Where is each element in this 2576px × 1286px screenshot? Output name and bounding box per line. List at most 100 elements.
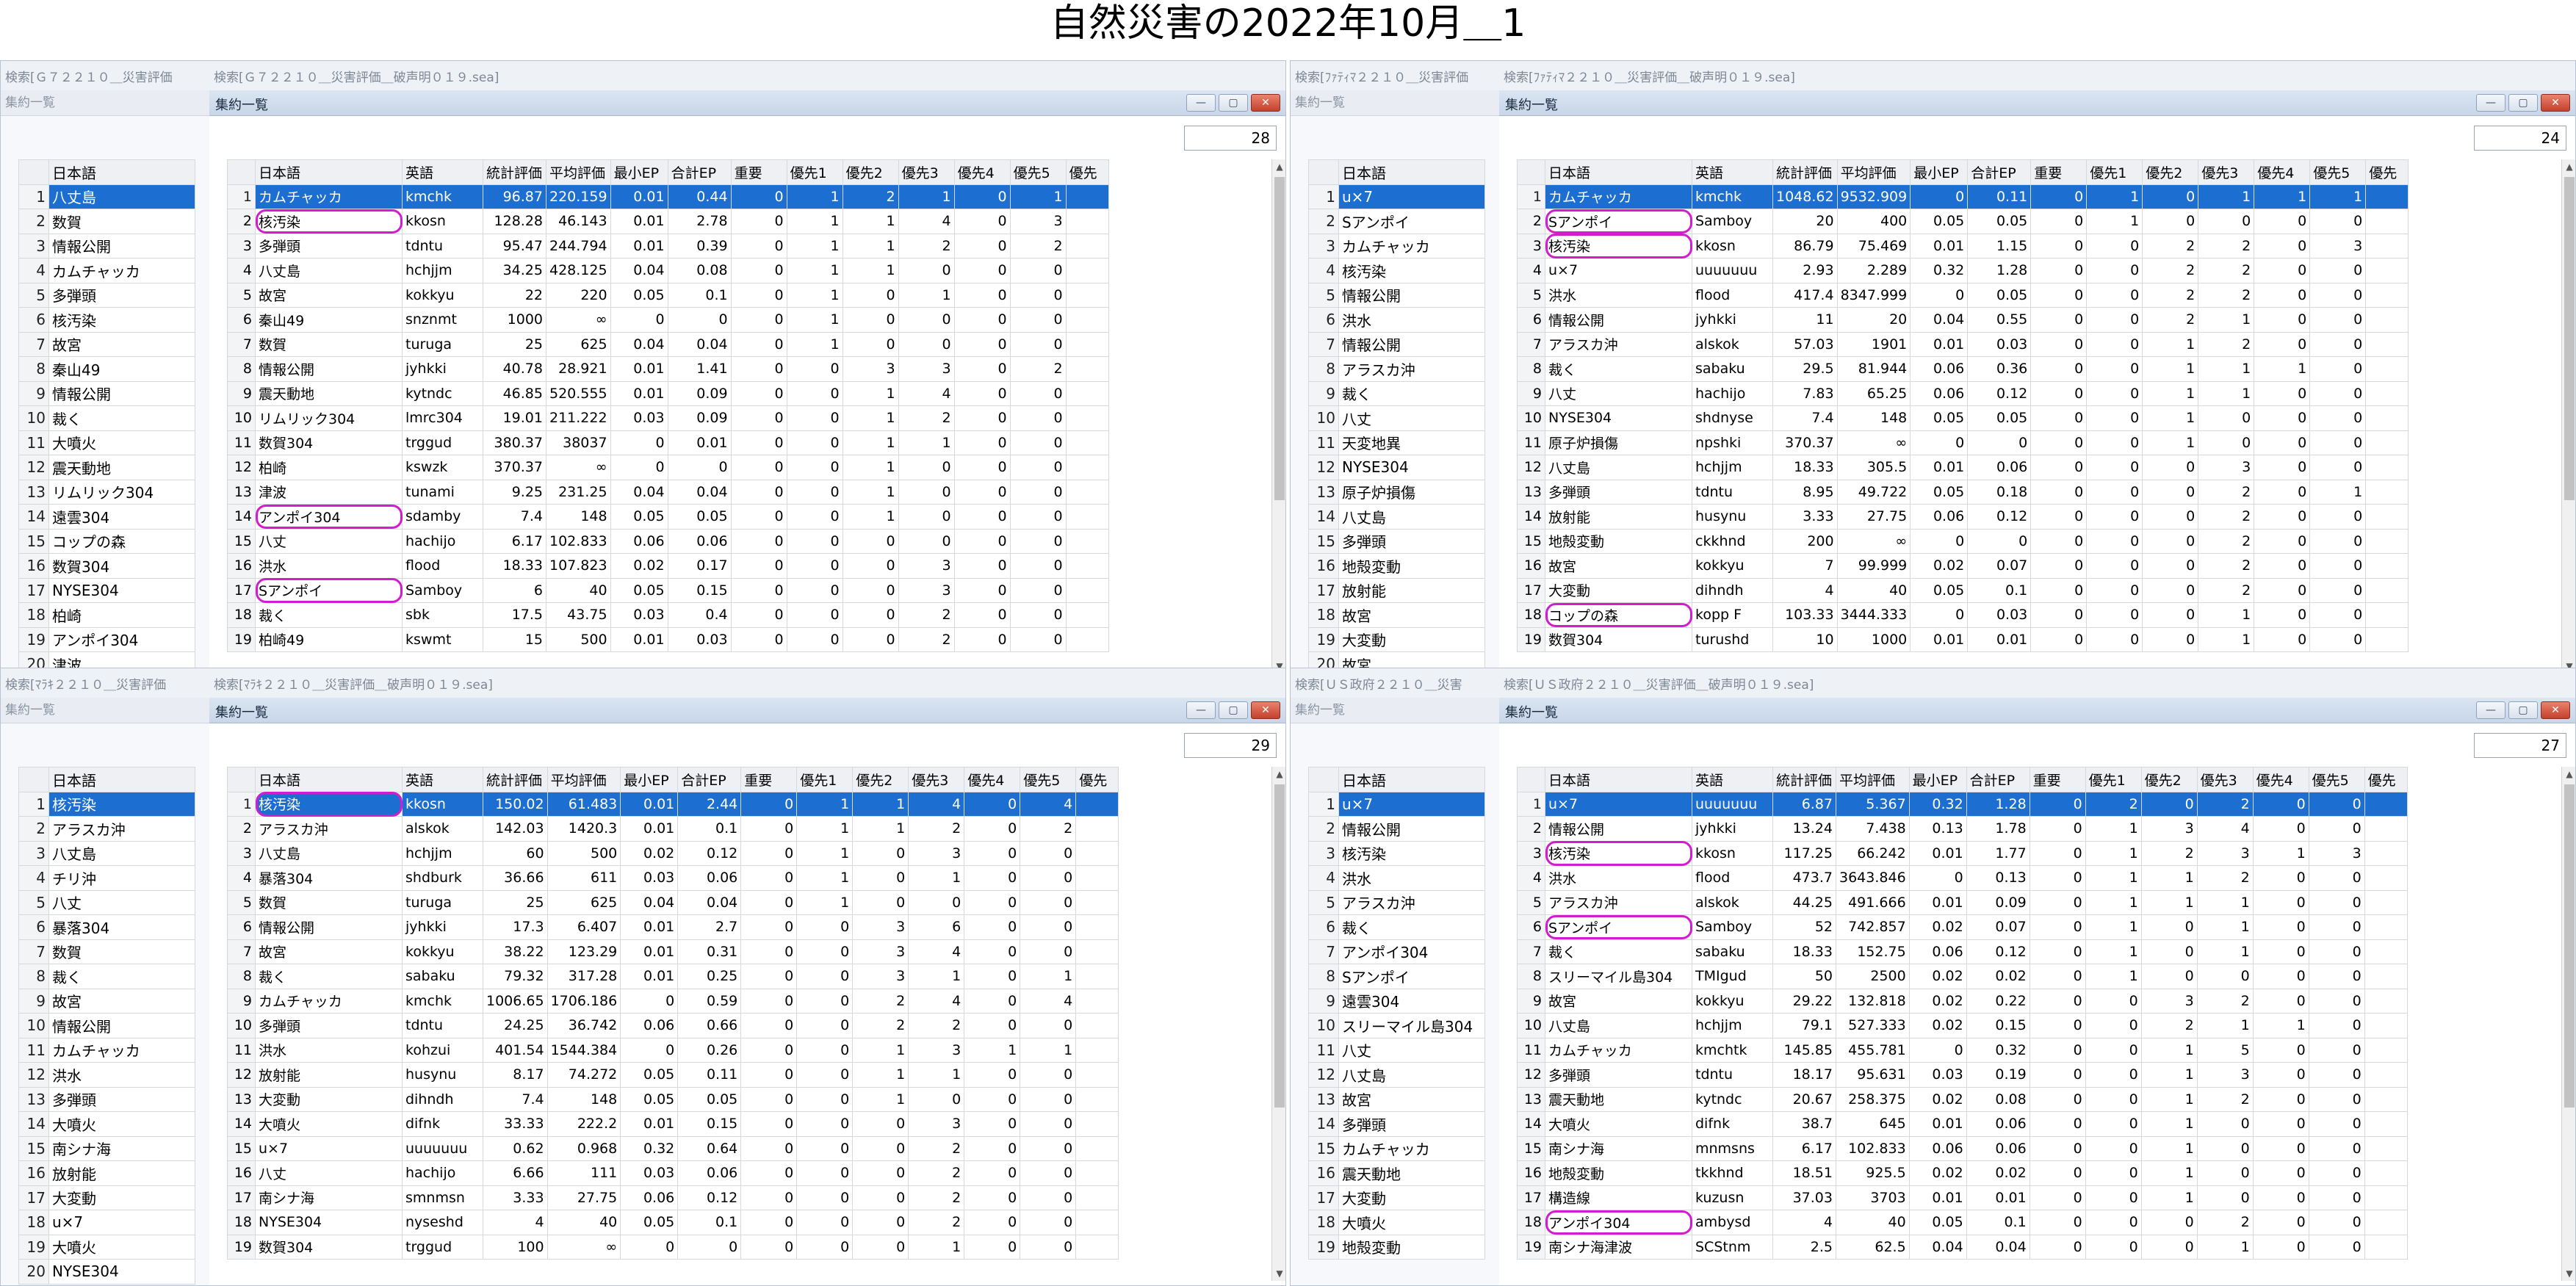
table-row[interactable]: 13 震天動地 kytndc 20.67 258.375 0.02 0.08 0 0 1 2 0 0 xyxy=(1517,1086,2408,1112)
scroll-up-icon[interactable]: ▲ xyxy=(2562,767,2575,781)
table-row[interactable]: 15 南シナ海 mnmsns 6.17 102.833 0.06 0.06 0 0 1 0 0 0 xyxy=(1517,1135,2408,1161)
list-item[interactable]: 8 アラスカ沖 xyxy=(1308,356,1485,382)
column-header[interactable]: 優先1 xyxy=(796,767,854,792)
table-row[interactable]: 8 裁く sabaku 29.5 81.944 0.06 0.36 0 0 1 1 1 0 xyxy=(1517,356,2409,382)
list-item[interactable]: 19 地殻変動 xyxy=(1308,1234,1485,1260)
table-row[interactable]: 16 洪水 flood 18.33 107.823 0.02 0.17 0 0 0 3 0 0 xyxy=(227,553,1109,579)
list-item[interactable]: 10 情報公開 xyxy=(18,1013,195,1038)
column-header[interactable]: 重要 xyxy=(740,767,798,792)
table-row[interactable]: 8 裁く sabaku 79.32 317.28 0.01 0.25 0 0 3 1 0 1 xyxy=(227,964,1119,989)
column-header[interactable]: 合計EP xyxy=(1967,159,2032,185)
list-item[interactable]: 17 大変動 xyxy=(18,1185,195,1210)
table-row[interactable]: 16 八丈 hachijo 6.66 111 0.03 0.06 0 0 0 2 0 0 xyxy=(227,1160,1119,1186)
list-item[interactable]: 18 u×7 xyxy=(18,1210,195,1235)
list-item[interactable]: 5 情報公開 xyxy=(1308,282,1485,308)
table-row[interactable]: 8 情報公開 jyhkki 40.78 28.921 0.01 1.41 0 0 3 3 0 2 xyxy=(227,356,1109,382)
scroll-thumb[interactable] xyxy=(2564,784,2575,1108)
list-item[interactable]: 7 故宮 xyxy=(18,331,195,357)
close-button[interactable]: ✕ xyxy=(2541,94,2570,112)
scroll-thumb[interactable] xyxy=(1274,177,1285,500)
column-header[interactable]: 英語 xyxy=(1692,159,1773,185)
list-item[interactable]: 8 裁く xyxy=(18,964,195,989)
table-row[interactable]: 14 放射能 husynu 3.33 27.75 0.06 0.12 0 0 0 2 0 0 xyxy=(1517,504,2409,530)
table-row[interactable]: 17 構造線 kuzusn 37.03 3703 0.01 0.01 0 0 1 0 0 0 xyxy=(1517,1185,2408,1210)
table-row[interactable]: 13 大変動 dihndh 7.4 148 0.05 0.05 0 0 1 0 0 0 xyxy=(227,1086,1119,1112)
vertical-scrollbar[interactable]: ▲ ▼ xyxy=(2561,159,2575,673)
table-row[interactable]: 12 多弾頭 tdntu 18.17 95.631 0.03 0.19 0 0 1 3 0 0 xyxy=(1517,1062,2408,1088)
table-row[interactable]: 5 故宮 kokkyu 22 220 0.05 0.1 0 1 0 1 0 0 xyxy=(227,282,1109,308)
minimize-button[interactable]: — xyxy=(2476,94,2505,112)
list-item[interactable]: 12 震天動地 xyxy=(18,455,195,480)
table-row[interactable]: 3 多弾頭 tdntu 95.47 244.794 0.01 0.39 0 1 1 2 0 2 xyxy=(227,233,1109,259)
restore-button[interactable]: ▢ xyxy=(1219,701,1248,719)
column-header[interactable]: 重要 xyxy=(2030,159,2088,185)
table-row[interactable]: 18 NYSE304 nyseshd 4 40 0.05 0.1 0 0 0 2 0 0 xyxy=(227,1210,1119,1235)
list-item[interactable]: 3 八丈島 xyxy=(18,840,195,866)
column-header[interactable]: 優先1 xyxy=(786,159,843,185)
table-row[interactable]: 4 u×7 uuuuuuu 2.93 2.289 0.32 1.28 0 0 2 2 0 0 xyxy=(1517,258,2409,283)
list-item[interactable]: 10 スリーマイル島304 xyxy=(1308,1013,1485,1038)
list-item[interactable]: 5 八丈 xyxy=(18,889,195,915)
table-row[interactable]: 7 アラスカ沖 alskok 57.03 1901 0.01 0.03 0 0 1 2 0 0 xyxy=(1517,331,2409,357)
list-item[interactable]: 1 u×7 xyxy=(1308,791,1485,817)
column-header[interactable]: 日本語 xyxy=(1545,767,1692,792)
table-row[interactable]: 2 情報公開 jyhkki 13.24 7.438 0.13 1.78 0 1 3 4 0 0 xyxy=(1517,816,2408,842)
list-item[interactable]: 18 柏崎 xyxy=(18,602,195,628)
table-row[interactable]: 15 地殻変動 ckkhnd 200 ∞ 0 0 0 0 0 2 0 0 xyxy=(1517,528,2409,554)
list-item[interactable]: 16 放射能 xyxy=(18,1160,195,1186)
column-header[interactable]: 優先5 xyxy=(1020,767,1077,792)
list-item[interactable]: 16 震天動地 xyxy=(1308,1160,1485,1186)
column-header[interactable]: 優先1 xyxy=(2085,767,2142,792)
table-row[interactable]: 6 Sアンポイ Samboy 52 742.857 0.02 0.07 0 1 0 1 0 0 xyxy=(1517,914,2408,940)
list-item[interactable]: 8 秦山49 xyxy=(18,356,195,382)
list-item[interactable]: 13 リムリック304 xyxy=(18,479,195,505)
list-item[interactable]: 10 裁く xyxy=(18,405,195,431)
list-item[interactable]: 2 情報公開 xyxy=(1308,816,1485,842)
column-header[interactable]: 優先3 xyxy=(2198,159,2255,185)
list-item[interactable]: 2 数賀 xyxy=(18,209,195,234)
table-row[interactable]: 17 Sアンポイ Samboy 6 40 0.05 0.15 0 0 0 3 0 0 xyxy=(227,577,1109,603)
column-header[interactable]: 優先3 xyxy=(2196,767,2254,792)
column-header[interactable]: 優先5 xyxy=(2309,159,2367,185)
table-row[interactable]: 10 NYSE304 shdnyse 7.4 148 0.05 0.05 0 0 1 0 0 0 xyxy=(1517,405,2409,431)
list-item[interactable]: 16 地殻変動 xyxy=(1308,553,1485,579)
table-row[interactable]: 2 核汚染 kkosn 128.28 46.143 0.01 2.78 0 1 1 4 0 3 xyxy=(227,209,1109,234)
list-item[interactable]: 6 核汚染 xyxy=(18,307,195,333)
list-item[interactable]: 15 コップの森 xyxy=(18,528,195,554)
minimize-button[interactable]: — xyxy=(2476,701,2505,719)
list-item[interactable]: 7 数賀 xyxy=(18,939,195,964)
column-header[interactable]: 最小EP xyxy=(1908,767,1967,792)
column-header[interactable]: 平均評価 xyxy=(1836,159,1911,185)
vertical-scrollbar[interactable]: ▲ ▼ xyxy=(2561,767,2575,1281)
table-row[interactable]: 14 アンポイ304 sdamby 7.4 148 0.05 0.05 0 0 1 0 0 0 xyxy=(227,504,1109,530)
table-row[interactable]: 6 秦山49 snznmt 1000 ∞ 0 0 0 1 0 0 0 0 xyxy=(227,307,1109,333)
table-row[interactable]: 9 故宮 kokkyu 29.22 132.818 0.02 0.22 0 0 3 2 0 0 xyxy=(1517,988,2408,1014)
close-button[interactable]: ✕ xyxy=(1251,94,1280,112)
column-header[interactable]: 合計EP xyxy=(667,159,732,185)
list-item[interactable]: 1 八丈島 xyxy=(18,184,195,209)
list-item[interactable]: 5 多弾頭 xyxy=(18,282,195,308)
column-header[interactable]: 最小EP xyxy=(610,159,668,185)
table-row[interactable]: 6 情報公開 jyhkki 11 20 0.04 0.55 0 0 2 1 0 0 xyxy=(1517,307,2409,333)
table-row[interactable]: 14 大噴火 difnk 38.7 645 0.01 0.06 0 0 1 0 0 0 xyxy=(1517,1111,2408,1137)
list-item[interactable]: 13 多弾頭 xyxy=(18,1086,195,1112)
table-row[interactable]: 17 大変動 dihndh 4 40 0.05 0.1 0 0 0 2 0 0 xyxy=(1517,577,2409,603)
table-row[interactable]: 1 カムチャッカ kmchk 1048.62 9532.909 0 0.11 0 1 0 1 1 1 xyxy=(1517,184,2409,209)
table-row[interactable]: 15 八丈 hachijo 6.17 102.833 0.06 0.06 0 0 0 0 0 0 xyxy=(227,528,1109,554)
minimize-button[interactable]: — xyxy=(1186,701,1216,719)
table-row[interactable]: 18 アンポイ304 ambysd 4 40 0.05 0.1 0 0 0 2 0 0 xyxy=(1517,1210,2408,1235)
list-item[interactable]: 14 大噴火 xyxy=(18,1111,195,1137)
column-header[interactable]: 優先4 xyxy=(964,767,1021,792)
table-row[interactable]: 12 放射能 husynu 8.17 74.272 0.05 0.11 0 0 1 1 0 0 xyxy=(227,1062,1119,1088)
list-item[interactable]: 7 アンポイ304 xyxy=(1308,939,1485,964)
column-header[interactable]: 最小EP xyxy=(620,767,679,792)
list-item[interactable]: 6 暴落304 xyxy=(18,914,195,940)
list-item[interactable]: 14 遠雲304 xyxy=(18,504,195,530)
list-item[interactable]: 3 カムチャッカ xyxy=(1308,233,1485,259)
table-row[interactable]: 7 裁く sabaku 18.33 152.75 0.06 0.12 0 1 0 1 0 0 xyxy=(1517,939,2408,964)
column-header[interactable]: 英語 xyxy=(1692,767,1773,792)
table-row[interactable]: 12 八丈島 hchjjm 18.33 305.5 0.01 0.06 0 0 0 3 0 0 xyxy=(1517,455,2409,480)
table-row[interactable]: 10 リムリック304 lmrc304 19.01 211.222 0.03 0.09 0 0 1… xyxy=(227,405,1109,431)
list-item[interactable]: 9 裁く xyxy=(1308,380,1485,406)
list-item[interactable]: 14 多弾頭 xyxy=(1308,1111,1485,1137)
